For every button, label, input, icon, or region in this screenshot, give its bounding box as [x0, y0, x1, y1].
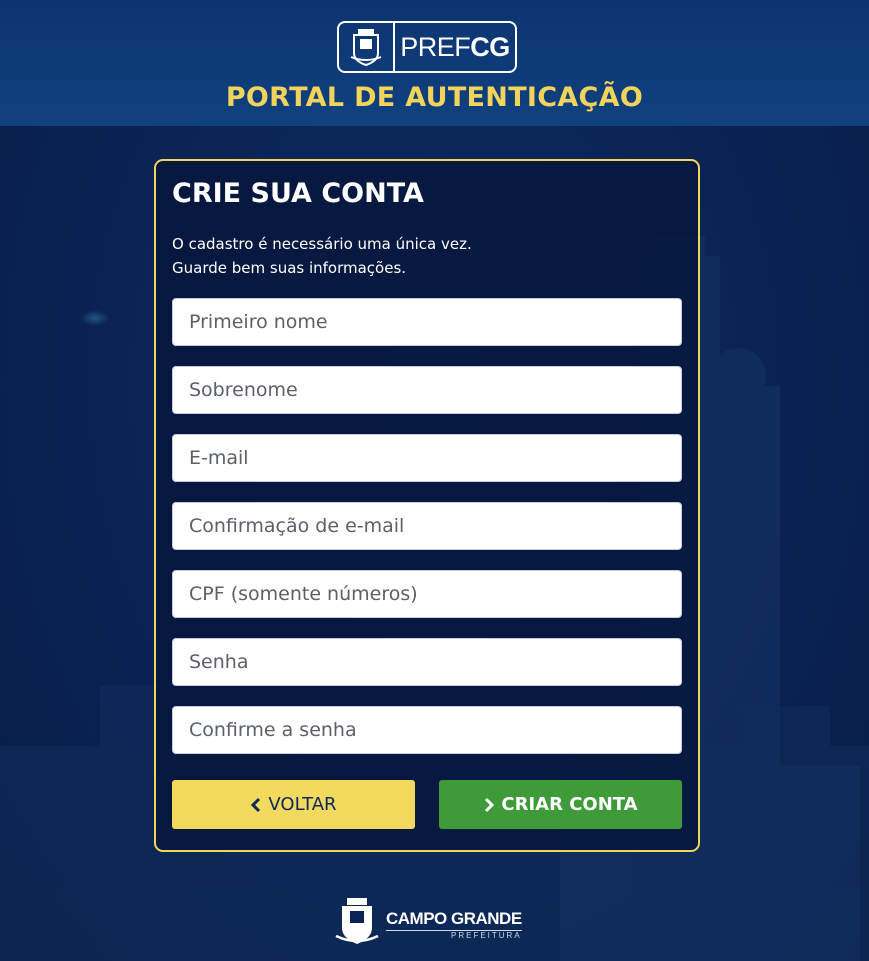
- password-confirm-input[interactable]: [172, 706, 682, 754]
- chevron-right-icon: [483, 797, 495, 813]
- chevron-left-icon: [250, 797, 262, 813]
- description-line-2: Guarde bem suas informações.: [172, 259, 407, 277]
- form-title: CRIE SUA CONTA: [172, 178, 424, 209]
- logo-text-light: PREF: [400, 31, 471, 62]
- logo-text-bold: CG: [470, 31, 510, 62]
- form-description: O cadastro é necessário uma única vez. G…: [172, 232, 472, 280]
- cpf-input[interactable]: [172, 570, 682, 618]
- email-confirm-input[interactable]: [172, 502, 682, 550]
- city-name: CAMPO GRANDE: [386, 908, 522, 928]
- description-line-1: O cadastro é necessário uma única vez.: [172, 235, 472, 253]
- footer-name: CAMPO GRANDE PREFEITURA: [386, 909, 522, 940]
- header: PREFCG PORTAL DE AUTENTICAÇÃO: [0, 0, 869, 126]
- prefcg-logo: PREFCG: [337, 21, 517, 73]
- email-input[interactable]: [172, 434, 682, 482]
- city-subtitle: PREFEITURA: [386, 929, 522, 940]
- last-name-input[interactable]: [172, 366, 682, 414]
- signup-card: CRIE SUA CONTA O cadastro é necessário u…: [154, 159, 700, 852]
- portal-title: PORTAL DE AUTENTICAÇÃO: [225, 82, 644, 113]
- back-button[interactable]: VOLTAR: [172, 780, 415, 829]
- city-crest-icon: [339, 23, 395, 71]
- create-account-button[interactable]: CRIAR CONTA: [439, 780, 682, 829]
- back-button-label: VOLTAR: [268, 794, 337, 815]
- create-account-label: CRIAR CONTA: [501, 794, 638, 815]
- logo-wordmark: PREFCG: [395, 32, 515, 63]
- first-name-input[interactable]: [172, 298, 682, 346]
- city-crest-icon: [334, 896, 380, 952]
- campo-grande-logo: CAMPO GRANDE PREFEITURA: [334, 898, 534, 950]
- password-input[interactable]: [172, 638, 682, 686]
